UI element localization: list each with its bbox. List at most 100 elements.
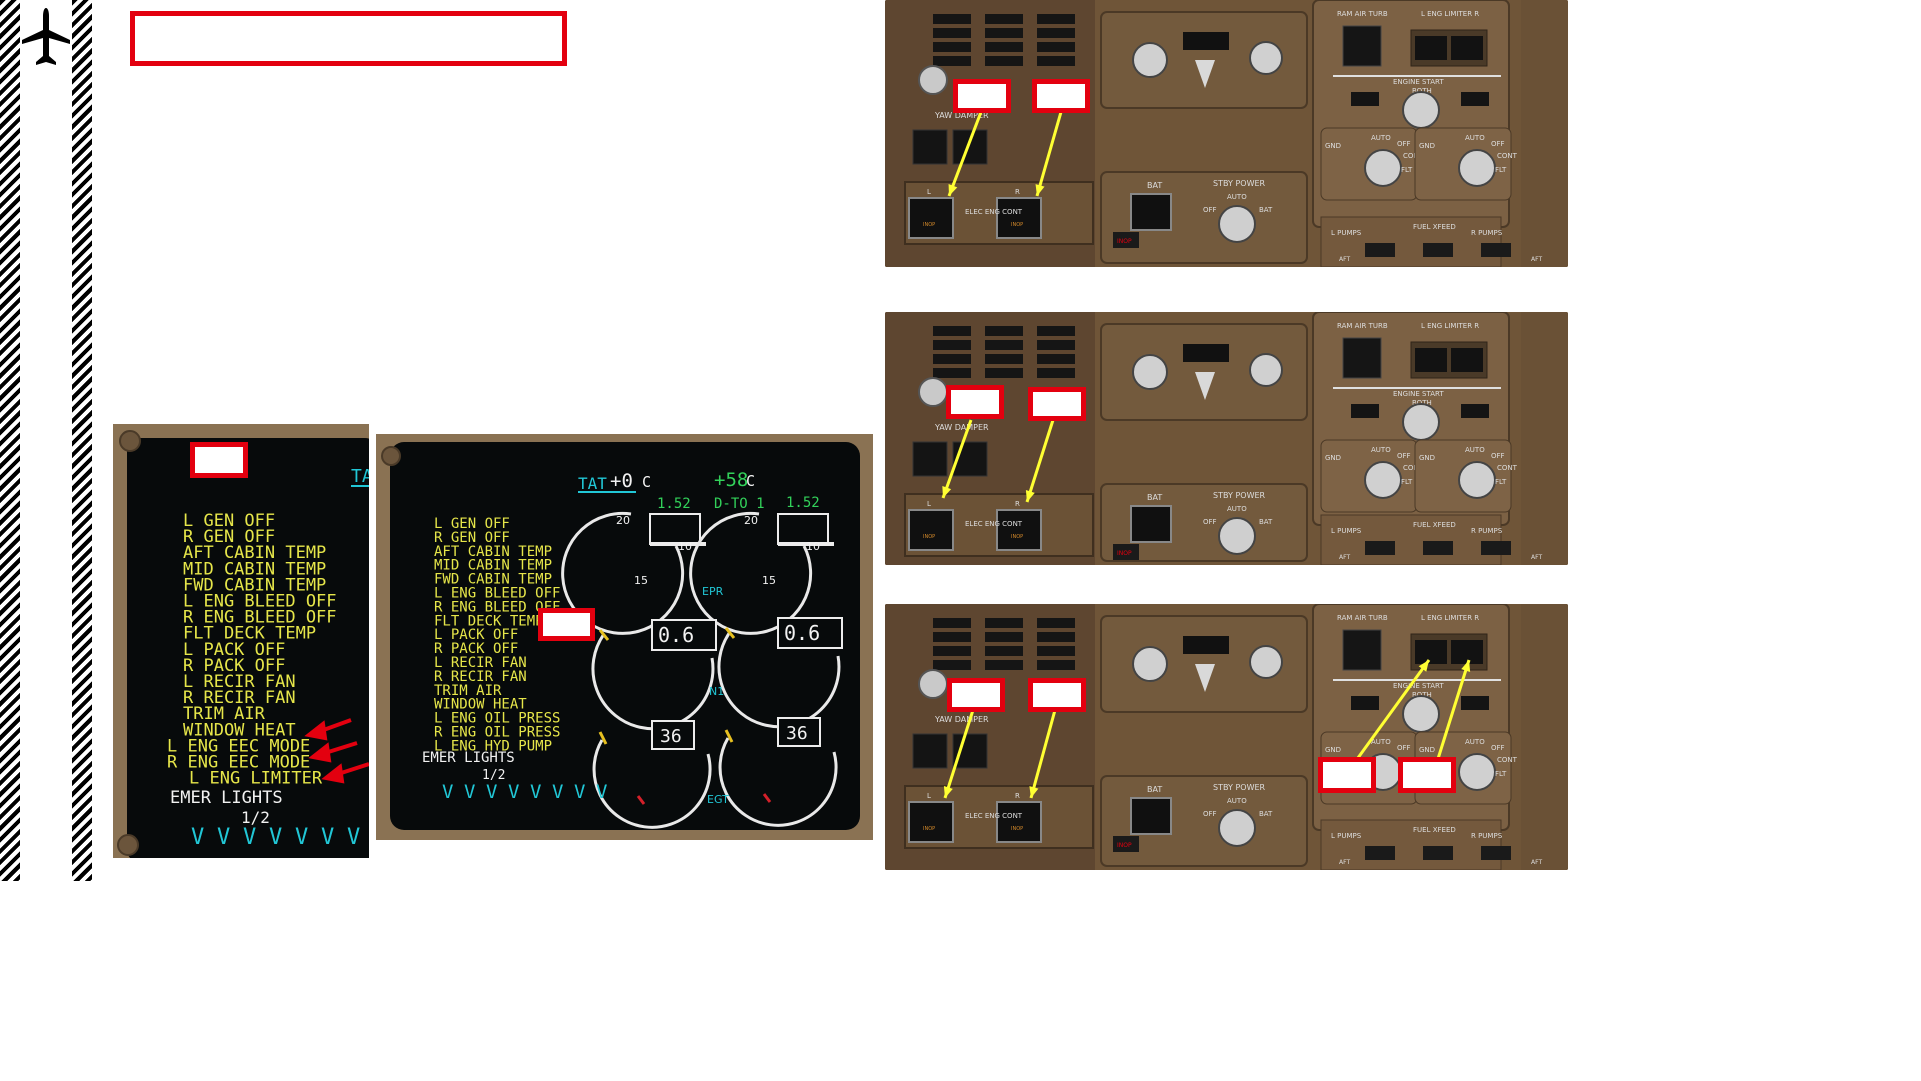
r-pump-switch[interactable] bbox=[1481, 846, 1511, 860]
elec-eng-cont-label: ELEC ENG CONT bbox=[965, 812, 1023, 820]
gnd-label: GND bbox=[1325, 454, 1341, 462]
eicas-right-label-box bbox=[538, 608, 595, 641]
eicas-left-footer: EMER LIGHTS bbox=[170, 788, 283, 808]
flt-label: FLT bbox=[1495, 478, 1507, 486]
n1-right-value: 0.6 bbox=[784, 621, 820, 645]
callout-label-box bbox=[1318, 757, 1376, 793]
eicas-left-status-v: V bbox=[191, 825, 204, 850]
eicas-right-status-v: V bbox=[486, 781, 497, 803]
fuel-xfeed-label: FUEL XFEED bbox=[1413, 521, 1456, 529]
r-pump-switch[interactable] bbox=[1481, 541, 1511, 555]
off-label: OFF bbox=[1491, 744, 1505, 752]
epr-left-tick-10: 10 bbox=[678, 540, 692, 553]
ram-air-turb-switch[interactable] bbox=[1342, 337, 1382, 379]
overhead-panel-screenshot-2: YAW DAMPER ELEC ENG CONT INOP INOP L R BAT INOP… bbox=[885, 312, 1568, 565]
stby-power-selector[interactable] bbox=[1218, 205, 1256, 243]
bat-switch[interactable] bbox=[1130, 193, 1172, 231]
engine-start-selector[interactable] bbox=[1402, 695, 1440, 733]
fuel-xfeed-switch[interactable] bbox=[1423, 243, 1453, 257]
eng-limiter-right-button[interactable] bbox=[1451, 348, 1483, 372]
eicas-left-header-partial: TA bbox=[351, 466, 369, 487]
gnd-label: GND bbox=[1419, 454, 1435, 462]
sidebar-hatch-right bbox=[72, 0, 92, 881]
r-pumps-label: R PUMPS bbox=[1471, 832, 1503, 840]
aft-label: AFT bbox=[1531, 256, 1542, 263]
stby-power-label: STBY POWER bbox=[1213, 179, 1266, 188]
l-pumps-label: L PUMPS bbox=[1331, 229, 1362, 237]
ram-air-turb-switch[interactable] bbox=[1342, 629, 1382, 671]
eicas-left-status-v: V bbox=[347, 825, 360, 850]
stby-bat-label: BAT bbox=[1259, 810, 1273, 818]
bat-switch[interactable] bbox=[1130, 505, 1172, 543]
left-start-selector[interactable] bbox=[1364, 461, 1402, 499]
ram-air-turb-label: RAM AIR TURB bbox=[1337, 10, 1388, 18]
l-pump-switch[interactable] bbox=[1365, 243, 1395, 257]
auto-label: AUTO bbox=[1371, 134, 1391, 142]
stby-power-selector[interactable] bbox=[1218, 809, 1256, 847]
auto-label: AUTO bbox=[1465, 446, 1485, 454]
right-start-selector[interactable] bbox=[1458, 461, 1496, 499]
elec-eng-cont-left-button[interactable] bbox=[908, 197, 954, 239]
egt-right-value: 36 bbox=[786, 723, 808, 744]
eng-limiter-right-button[interactable] bbox=[1451, 36, 1483, 60]
aft-label: AFT bbox=[1339, 554, 1350, 561]
eicas-left-message: L ENG LIMITER bbox=[189, 769, 323, 789]
eng-limiter-right-button[interactable] bbox=[1451, 640, 1483, 664]
left-label: L bbox=[927, 500, 931, 508]
eng-limiter-left-button[interactable] bbox=[1415, 348, 1447, 372]
eicas-right-status-v: V bbox=[530, 781, 541, 803]
flt-label: FLT bbox=[1401, 478, 1413, 486]
epr-left-tick-20: 20 bbox=[616, 514, 630, 527]
bat-switch[interactable] bbox=[1130, 797, 1172, 835]
cont-label: CONT bbox=[1497, 756, 1518, 764]
auto-label: AUTO bbox=[1465, 134, 1485, 142]
inop-light: INOP bbox=[1117, 842, 1132, 849]
fuel-xfeed-switch[interactable] bbox=[1423, 541, 1453, 555]
elec-eng-cont-right-button[interactable] bbox=[996, 509, 1042, 551]
eng-limiter-label: L ENG LIMITER R bbox=[1421, 614, 1479, 622]
elec-eng-cont-label: ELEC ENG CONT bbox=[965, 520, 1023, 528]
off-label: OFF bbox=[1491, 452, 1505, 460]
eng-limiter-left-button[interactable] bbox=[1415, 36, 1447, 60]
elec-eng-cont-right-button[interactable] bbox=[996, 801, 1042, 843]
r-pump-switch[interactable] bbox=[1481, 243, 1511, 257]
elec-eng-cont-left-button[interactable] bbox=[908, 801, 954, 843]
stby-off-label: OFF bbox=[1203, 810, 1217, 818]
eicas-right-status-v: V bbox=[552, 781, 563, 803]
auto-label: AUTO bbox=[1465, 738, 1485, 746]
left-label: L bbox=[927, 792, 931, 800]
l-pump-switch[interactable] bbox=[1365, 541, 1395, 555]
eicas-left-status-v: V bbox=[217, 825, 230, 850]
epr-left-target: 1.52 bbox=[657, 496, 691, 512]
stby-bat-label: BAT bbox=[1259, 518, 1273, 526]
eicas-left-status-v: V bbox=[269, 825, 282, 850]
engine-start-selector[interactable] bbox=[1402, 403, 1440, 441]
eicas-right-status-v: V bbox=[442, 781, 453, 803]
n1-label: N1 bbox=[709, 685, 724, 698]
sidebar-hatch-left bbox=[0, 0, 20, 881]
gnd-label: GND bbox=[1419, 746, 1435, 754]
callout-label-box bbox=[953, 79, 1011, 113]
left-start-selector[interactable] bbox=[1364, 149, 1402, 187]
yaw-damper-label: YAW DAMPER bbox=[934, 715, 989, 724]
l-pump-switch[interactable] bbox=[1365, 846, 1395, 860]
ram-air-turb-switch[interactable] bbox=[1342, 25, 1382, 67]
right-start-selector[interactable] bbox=[1458, 753, 1496, 791]
gnd-label: GND bbox=[1419, 142, 1435, 150]
tat-unit: C bbox=[642, 473, 651, 491]
flt-label: FLT bbox=[1401, 166, 1413, 174]
elec-eng-cont-left-button[interactable] bbox=[908, 509, 954, 551]
cont-label: CONT bbox=[1497, 152, 1518, 160]
left-label: L bbox=[927, 188, 931, 196]
engine-start-label: ENGINE START bbox=[1393, 78, 1444, 86]
engine-start-selector[interactable] bbox=[1402, 91, 1440, 129]
inop-light: INOP bbox=[1011, 222, 1023, 228]
right-start-selector[interactable] bbox=[1458, 149, 1496, 187]
eng-limiter-left-button[interactable] bbox=[1415, 640, 1447, 664]
stby-power-selector[interactable] bbox=[1218, 517, 1256, 555]
eicas-left-status-v: V bbox=[295, 825, 308, 850]
fuel-xfeed-switch[interactable] bbox=[1423, 846, 1453, 860]
callout-label-box bbox=[947, 678, 1005, 712]
gnd-label: GND bbox=[1325, 746, 1341, 754]
elec-eng-cont-right-button[interactable] bbox=[996, 197, 1042, 239]
